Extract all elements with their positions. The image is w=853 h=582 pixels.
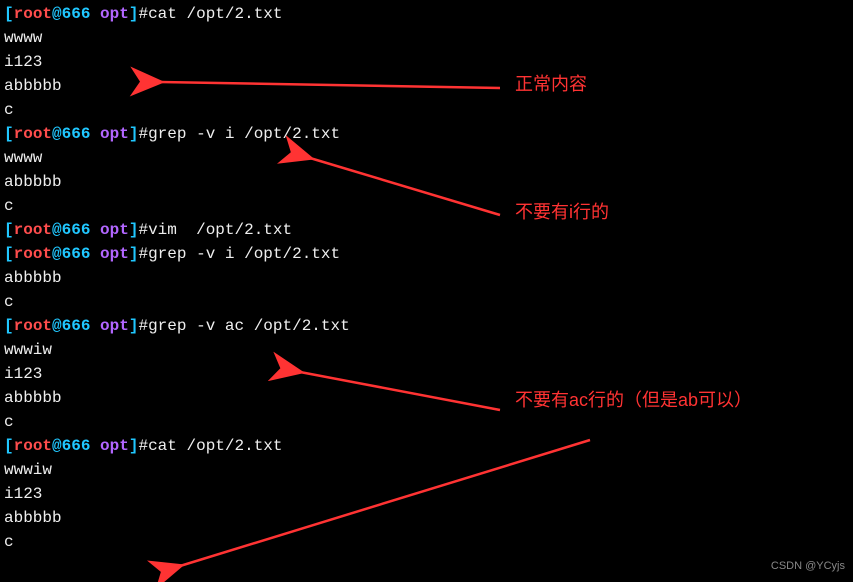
prompt-open-bracket: [ bbox=[4, 317, 14, 335]
terminal[interactable]: [root@666 opt]#cat /opt/2.txtwwwwi123abb… bbox=[4, 2, 849, 554]
prompt-at: @ bbox=[52, 5, 62, 23]
command-text: grep -v i /opt/2.txt bbox=[148, 125, 340, 143]
prompt-at: @ bbox=[52, 317, 62, 335]
watermark: CSDN @YCyjs bbox=[771, 554, 845, 578]
prompt-space bbox=[90, 5, 100, 23]
prompt-path: opt bbox=[100, 125, 129, 143]
prompt-open-bracket: [ bbox=[4, 125, 14, 143]
prompt-at: @ bbox=[52, 245, 62, 263]
output-line: wwww bbox=[4, 26, 849, 50]
output-line: wwwiw bbox=[4, 458, 849, 482]
prompt-user: root bbox=[14, 221, 52, 239]
prompt-space bbox=[90, 317, 100, 335]
command-text: vim /opt/2.txt bbox=[148, 221, 292, 239]
output-line: wwww bbox=[4, 146, 849, 170]
prompt-hash: # bbox=[138, 245, 148, 263]
command-text: cat /opt/2.txt bbox=[148, 5, 282, 23]
prompt-user: root bbox=[14, 125, 52, 143]
command-line: [root@666 opt]#grep -v i /opt/2.txt bbox=[4, 122, 849, 146]
annotation-normal-content: 正常内容 bbox=[515, 72, 587, 96]
output-line: abbbbb bbox=[4, 506, 849, 530]
output-line: c bbox=[4, 194, 849, 218]
prompt-open-bracket: [ bbox=[4, 437, 14, 455]
prompt-host: 666 bbox=[62, 245, 91, 263]
prompt-space bbox=[90, 125, 100, 143]
output-line: c bbox=[4, 530, 849, 554]
output-line: wwwiw bbox=[4, 338, 849, 362]
prompt-host: 666 bbox=[62, 317, 91, 335]
output-line: c bbox=[4, 410, 849, 434]
output-line: c bbox=[4, 290, 849, 314]
prompt-open-bracket: [ bbox=[4, 5, 14, 23]
command-line: [root@666 opt]#grep -v ac /opt/2.txt bbox=[4, 314, 849, 338]
prompt-user: root bbox=[14, 437, 52, 455]
output-line: i123 bbox=[4, 362, 849, 386]
prompt-hash: # bbox=[138, 221, 148, 239]
output-line: abbbbb bbox=[4, 266, 849, 290]
annotation-exclude-i: 不要有i行的 bbox=[515, 200, 609, 224]
prompt-host: 666 bbox=[62, 437, 91, 455]
command-text: grep -v i /opt/2.txt bbox=[148, 245, 340, 263]
output-line: abbbbb bbox=[4, 74, 849, 98]
prompt-hash: # bbox=[138, 5, 148, 23]
prompt-path: opt bbox=[100, 317, 129, 335]
prompt-hash: # bbox=[138, 317, 148, 335]
prompt-open-bracket: [ bbox=[4, 245, 14, 263]
prompt-space bbox=[90, 437, 100, 455]
prompt-host: 666 bbox=[62, 221, 91, 239]
prompt-hash: # bbox=[138, 437, 148, 455]
prompt-path: opt bbox=[100, 437, 129, 455]
prompt-space bbox=[90, 245, 100, 263]
output-line: abbbbb bbox=[4, 170, 849, 194]
output-line: i123 bbox=[4, 482, 849, 506]
output-line: i123 bbox=[4, 50, 849, 74]
command-text: grep -v ac /opt/2.txt bbox=[148, 317, 350, 335]
prompt-space bbox=[90, 221, 100, 239]
prompt-host: 666 bbox=[62, 5, 91, 23]
command-text: cat /opt/2.txt bbox=[148, 437, 282, 455]
prompt-user: root bbox=[14, 5, 52, 23]
prompt-open-bracket: [ bbox=[4, 221, 14, 239]
prompt-at: @ bbox=[52, 437, 62, 455]
prompt-path: opt bbox=[100, 245, 129, 263]
command-line: [root@666 opt]#grep -v i /opt/2.txt bbox=[4, 242, 849, 266]
annotation-exclude-ac: 不要有ac行的（但是ab可以） bbox=[515, 388, 752, 412]
prompt-hash: # bbox=[138, 125, 148, 143]
prompt-at: @ bbox=[52, 221, 62, 239]
command-line: [root@666 opt]#vim /opt/2.txt bbox=[4, 218, 849, 242]
command-line: [root@666 opt]#cat /opt/2.txt bbox=[4, 2, 849, 26]
prompt-user: root bbox=[14, 245, 52, 263]
prompt-host: 666 bbox=[62, 125, 91, 143]
prompt-user: root bbox=[14, 317, 52, 335]
prompt-path: opt bbox=[100, 221, 129, 239]
command-line: [root@666 opt]#cat /opt/2.txt bbox=[4, 434, 849, 458]
prompt-at: @ bbox=[52, 125, 62, 143]
output-line: c bbox=[4, 98, 849, 122]
prompt-path: opt bbox=[100, 5, 129, 23]
